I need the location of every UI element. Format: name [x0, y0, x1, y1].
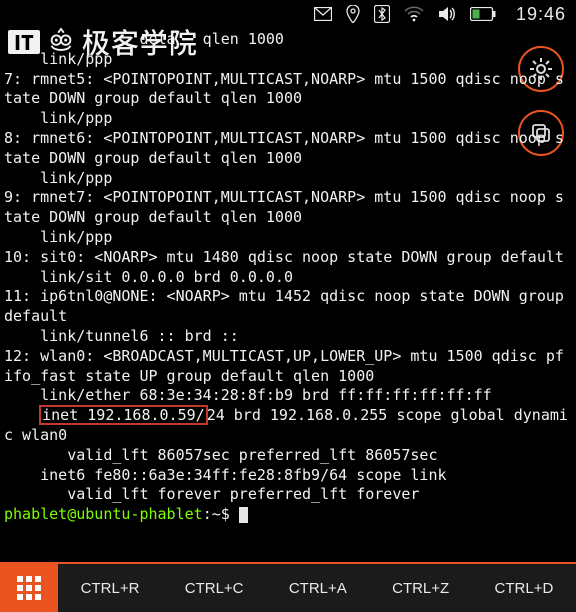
volume-icon	[438, 6, 456, 22]
term-line: link/ppp	[4, 228, 112, 246]
term-line: valid_lft forever preferred_lft forever	[4, 485, 419, 503]
key-ctrl-c[interactable]: CTRL+C	[179, 580, 250, 597]
term-line: 8: rmnet6: <POINTOPOINT,MULTICAST,NOARP>…	[4, 129, 564, 167]
term-line: link/sit 0.0.0.0 brd 0.0.0.0	[4, 268, 293, 286]
status-bar: 19:46	[0, 0, 576, 28]
envelope-icon	[314, 7, 332, 21]
key-ctrl-d[interactable]: CTRL+D	[489, 580, 560, 597]
prompt-user: phablet@ubuntu-phablet	[4, 505, 203, 523]
term-line: link/tunnel6 :: brd ::	[4, 327, 239, 345]
term-line: valid_lft 86057sec preferred_lft 86057se…	[4, 446, 437, 464]
term-line: link/ppp	[4, 169, 112, 187]
term-line: link/ppp	[4, 109, 112, 127]
term-line: inet6 fe80::6a3e:34ff:fe28:8fb9/64 scope…	[4, 466, 447, 484]
term-line: 12: wlan0: <BROADCAST,MULTICAST,UP,LOWER…	[4, 347, 564, 385]
term-line: link/ppp	[4, 50, 112, 68]
key-ctrl-r[interactable]: CTRL+R	[75, 580, 146, 597]
battery-icon	[470, 7, 496, 21]
key-ctrl-a[interactable]: CTRL+A	[283, 580, 353, 597]
highlighted-ip: inet 192.168.0.59/	[40, 406, 207, 424]
grid-icon	[17, 576, 41, 600]
term-line: 9: rmnet7: <POINTOPOINT,MULTICAST,NOARP>…	[4, 188, 564, 226]
cursor	[239, 507, 248, 523]
term-line: 7: rmnet5: <POINTOPOINT,MULTICAST,NOARP>…	[4, 70, 564, 108]
prompt-line: phablet@ubuntu-phablet:~$	[4, 505, 248, 523]
term-line: dela qlen 1000	[4, 30, 284, 48]
shortcut-keys: CTRL+R CTRL+C CTRL+A CTRL+Z CTRL+D	[58, 564, 576, 612]
bluetooth-icon	[374, 5, 390, 23]
term-line: link/ether 68:3e:34:28:8f:b9 brd ff:ff:f…	[4, 386, 492, 404]
wifi-icon	[404, 6, 424, 22]
terminal-output[interactable]: dela qlen 1000 link/ppp 7: rmnet5: <POIN…	[4, 30, 572, 562]
location-icon	[346, 5, 360, 23]
key-ctrl-z[interactable]: CTRL+Z	[386, 580, 455, 597]
status-clock: 19:46	[516, 4, 566, 25]
term-line: 11: ip6tnl0@NONE: <NOARP> mtu 1452 qdisc…	[4, 287, 573, 325]
term-line: inet 192.168.0.59/24 brd 192.168.0.255 s…	[4, 406, 568, 444]
apps-grid-button[interactable]	[0, 564, 58, 612]
term-line: 10: sit0: <NOARP> mtu 1480 qdisc noop st…	[4, 248, 564, 266]
keyboard-shortcut-bar: CTRL+R CTRL+C CTRL+A CTRL+Z CTRL+D	[0, 562, 576, 612]
